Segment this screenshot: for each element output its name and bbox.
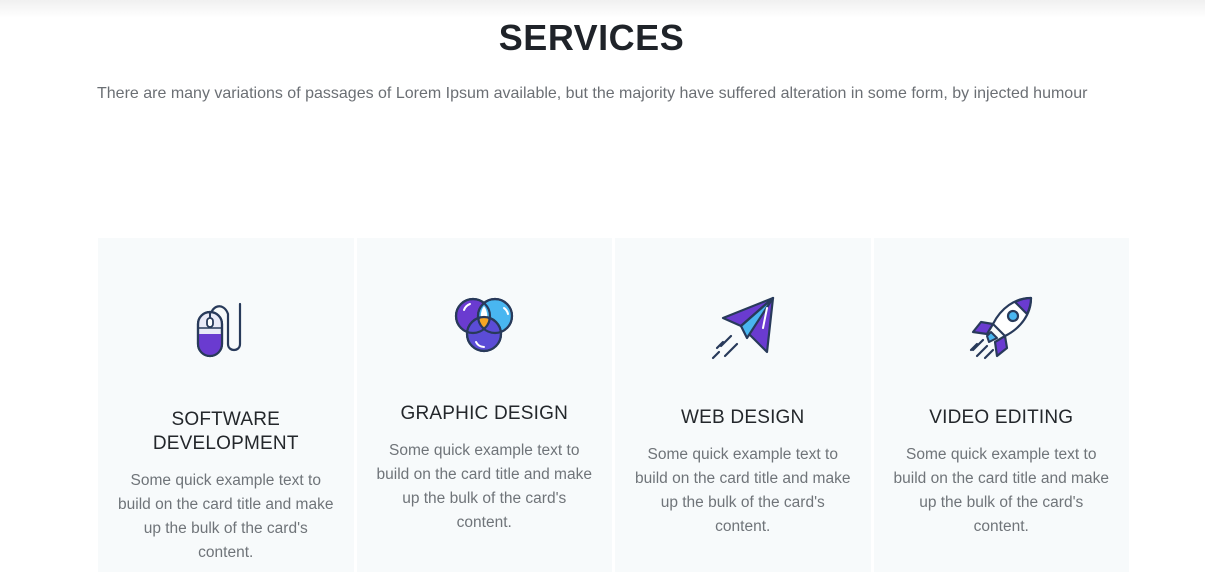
color-circles-icon [455,297,514,353]
service-card-video-editing[interactable]: VIDEO EDITING Some quick example text to… [873,238,1129,572]
rocket-icon [970,296,1033,360]
service-card-graphic-design[interactable]: GRAPHIC DESIGN Some quick example text t… [356,238,612,572]
service-card-software-development[interactable]: SOFTWARE DEVELOPMENT Some quick example … [98,238,354,572]
card-text: Some quick example text to build on the … [376,442,592,531]
card-title: WEB DESIGN [681,407,805,428]
card-text: Some quick example text to build on the … [118,472,334,561]
service-card-web-design[interactable]: WEB DESIGN Some quick example text to bu… [615,238,871,572]
card-text: Some quick example text to build on the … [635,446,851,535]
section-title: SERVICES [498,17,685,58]
card-title: SOFTWARE DEVELOPMENT [152,409,299,454]
card-text: Some quick example text to build on the … [893,446,1109,535]
section-subtitle: There are many variations of passages of… [97,85,1088,102]
card-title: GRAPHIC DESIGN [400,403,568,424]
services-cards: SOFTWARE DEVELOPMENT Some quick example … [98,238,1129,572]
paper-plane-icon [711,296,774,360]
card-title: VIDEO EDITING [929,407,1074,428]
computer-mouse-icon [196,302,241,358]
